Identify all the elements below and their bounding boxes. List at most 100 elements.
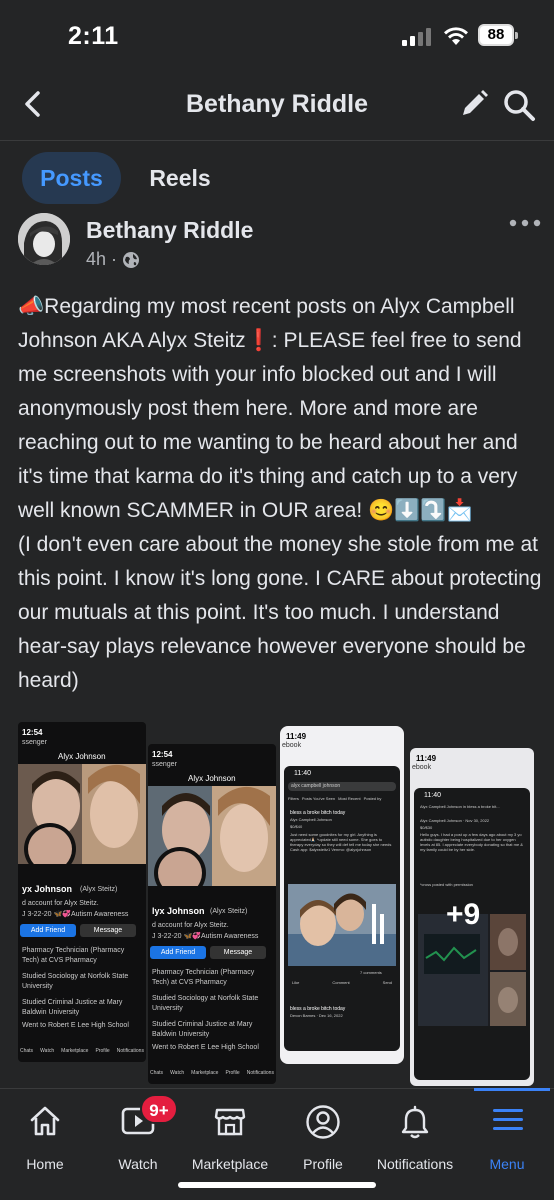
post-meta: 4h · — [86, 249, 140, 270]
thumb-nav-item: Profile — [225, 1070, 240, 1076]
thumb-nav-item: Chats — [150, 1070, 164, 1076]
nav-notifications-label: Notifications — [376, 1156, 454, 1172]
thumb-edu1: Studied Sociology at Norfolk State Unive… — [22, 973, 129, 990]
inner-action: Send — [382, 980, 392, 985]
inner-photo — [288, 884, 396, 966]
thumb-nav-item: Marketplace — [61, 1048, 89, 1054]
inner-post-amount: $0/$40 — [290, 824, 303, 829]
thumb-line2: J 3-22-20 🦋💞Autism Awareness — [152, 933, 259, 940]
thumb-edu2: Studied Criminal Justice at Mary Baldwin… — [152, 1021, 253, 1038]
inner-post-body: Just need some goodnites for my girl. An… — [290, 832, 392, 852]
thumb-nav-item: Notifications — [246, 1070, 274, 1076]
active-tab-indicator — [474, 1088, 550, 1091]
thumb-alias: (Alyx Steitz) — [210, 908, 248, 915]
thumb-nav-item: Profile — [95, 1048, 110, 1054]
home-indicator — [178, 1182, 376, 1188]
inner-action: Comment — [332, 980, 350, 985]
thumb-add-friend: Add Friend — [150, 946, 206, 959]
thumb-line1: d account for Alyx Steitz. — [152, 922, 229, 929]
thumb-job: Pharmacy Technician (Pharmacy Tech) at C… — [22, 947, 125, 964]
post-photo-3[interactable]: 11:49 ebook 11:40 alyx campbell johnson … — [280, 726, 404, 1064]
thumb-app: ssenger — [22, 739, 47, 746]
nav-marketplace-label: Marketplace — [191, 1156, 269, 1172]
post-photo-4[interactable]: 11:49 ebook 11:40 Alyx Campbell Johnson … — [410, 748, 534, 1086]
thumb-nav: Chats Watch Marketplace Profile Notifica… — [20, 1048, 144, 1054]
meta-separator: · — [111, 249, 118, 269]
filter-chip: Most Recent — [338, 796, 361, 801]
thumb-edu3: Went to Robert E Lee High School — [152, 1044, 259, 1051]
thumb-time: 11:49 — [286, 732, 307, 741]
inner-screenshot: 11:40 Alyx Campbell Johnson in bless a b… — [414, 788, 530, 1080]
thumb-line2: J 3-22-20 🦋💞Autism Awareness — [22, 911, 129, 918]
thumb-nav-item: Chats — [20, 1048, 34, 1054]
nav-menu[interactable]: Menu — [474, 1098, 540, 1172]
thumb-name: yx Johnson — [22, 884, 73, 894]
inner-tail: *cross posted with permission — [420, 882, 473, 887]
thumb-nav-item: Notifications — [116, 1048, 144, 1054]
profile-icon — [306, 1105, 340, 1139]
inner-actions: Like Comment Send — [292, 980, 392, 985]
inner-post-title: bless a broke bitch today — [290, 810, 346, 816]
inner-filters: Filters Posts You've Seen Most Recent Po… — [288, 796, 398, 801]
tab-posts[interactable]: Posts — [22, 152, 121, 204]
inner-header: Alyx Campbell Johnson in bless a broke b… — [420, 804, 500, 809]
pencil-icon[interactable] — [458, 88, 490, 120]
thumb-nav: Chats Watch Marketplace Profile Notifica… — [150, 1070, 274, 1076]
header-divider — [0, 140, 554, 141]
filter-chip: Posts You've Seen — [301, 796, 336, 801]
thumb-app: ssenger — [152, 761, 177, 768]
watch-notification-badge: 9+ — [140, 1094, 178, 1124]
search-icon[interactable] — [502, 88, 536, 122]
thumb-add-friend: Add Friend — [20, 924, 76, 937]
inner-time: 11:40 — [294, 770, 311, 777]
inner-post-author: Alyx Campbell Johnson — [290, 817, 332, 822]
wifi-icon — [444, 27, 468, 45]
battery-icon: 88 — [478, 24, 518, 46]
nav-menu-label: Menu — [489, 1156, 525, 1172]
nav-marketplace[interactable]: Marketplace — [186, 1098, 274, 1172]
cover-photo — [148, 786, 276, 886]
nav-profile[interactable]: Profile — [290, 1098, 356, 1172]
thumb-line1: d account for Alyx Steitz. — [22, 900, 99, 907]
post-photo-2[interactable]: 12:54 ssenger Alyx Johnson lyx Johnson (… — [148, 744, 276, 1084]
inner-post2-title: bless a broke bitch today — [290, 1006, 346, 1012]
post-time: 4h — [86, 249, 107, 269]
post-author[interactable]: Bethany Riddle — [86, 217, 253, 244]
post-text: 📣Regarding my most recent posts on Alyx … — [18, 295, 542, 692]
nav-watch-label: Watch — [118, 1156, 158, 1172]
inner-action: Like — [292, 980, 300, 985]
avatar[interactable] — [18, 213, 70, 265]
thumb-title: Alyx Johnson — [188, 774, 236, 783]
post-photo-1[interactable]: 12:54 ssenger Alyx Johnson yx Johnson (A… — [18, 722, 146, 1062]
inner-amount: $0/$30 — [420, 825, 433, 830]
storefront-icon — [214, 1108, 246, 1136]
globe-icon — [123, 251, 140, 268]
inner-search: alyx campbell johnson — [288, 782, 396, 791]
inner-post2-meta: Devon Barnes · Dec 16, 2022 — [290, 1013, 343, 1018]
page-header: Bethany Riddle — [0, 80, 554, 130]
cover-photo — [18, 764, 146, 864]
more-photos-count: +9 — [446, 898, 481, 931]
thumb-edu2: Studied Criminal Justice at Mary Baldwin… — [22, 999, 123, 1016]
thumb-edu3: Went to Robert E Lee High School — [22, 1022, 129, 1029]
thumb-message: Message — [210, 946, 266, 959]
inner-comments: 7 comments — [360, 970, 382, 975]
filter-chip: Posted by — [363, 796, 382, 801]
thumb-message: Message — [80, 924, 136, 937]
thumb-title: Alyx Johnson — [58, 752, 106, 761]
more-options-icon[interactable] — [508, 213, 542, 233]
inner-author: Alyx Campbell Johnson · Nov 30, 2022 — [420, 818, 490, 823]
bell-icon — [401, 1105, 429, 1139]
inner-screenshot: 11:40 alyx campbell johnson Filters Post… — [284, 766, 400, 1051]
tab-reels[interactable]: Reels — [140, 152, 220, 204]
nav-home[interactable]: Home — [10, 1098, 80, 1172]
nav-notifications[interactable]: Notifications — [368, 1098, 462, 1172]
status-time: 2:11 — [68, 22, 119, 50]
thumb-time: 12:54 — [22, 728, 43, 737]
thumb-time: 12:54 — [152, 750, 173, 759]
nav-home-label: Home — [26, 1156, 64, 1172]
signal-icon — [402, 28, 432, 46]
inner-body: Hello guys. I had a post up a few days a… — [420, 832, 523, 852]
inner-time: 11:40 — [424, 792, 441, 799]
status-bar: 2:11 88 — [0, 0, 554, 70]
